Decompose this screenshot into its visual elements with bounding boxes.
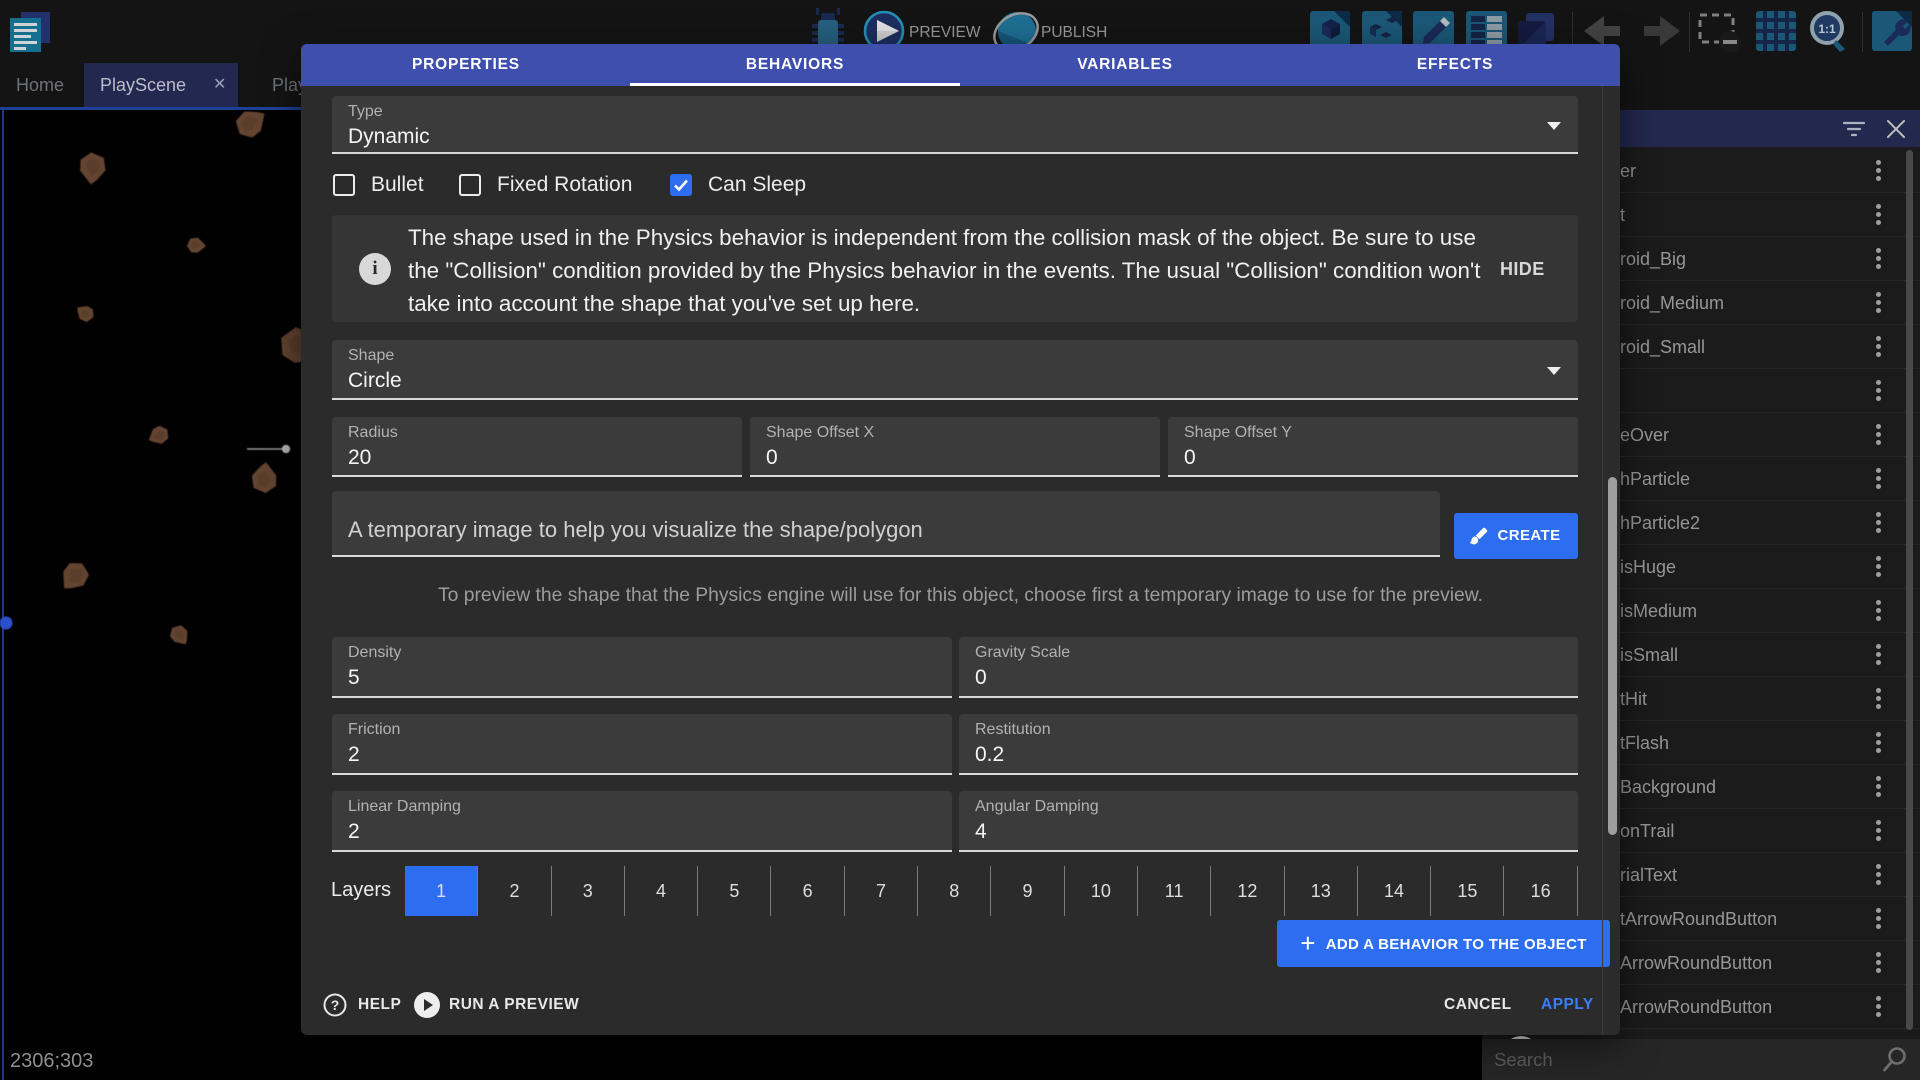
svg-text:1:1: 1:1 bbox=[1818, 22, 1836, 36]
svg-text:?: ? bbox=[331, 997, 340, 1013]
svg-text:PUBLISH: PUBLISH bbox=[1041, 24, 1107, 41]
svg-text:PREVIEW: PREVIEW bbox=[909, 24, 981, 41]
